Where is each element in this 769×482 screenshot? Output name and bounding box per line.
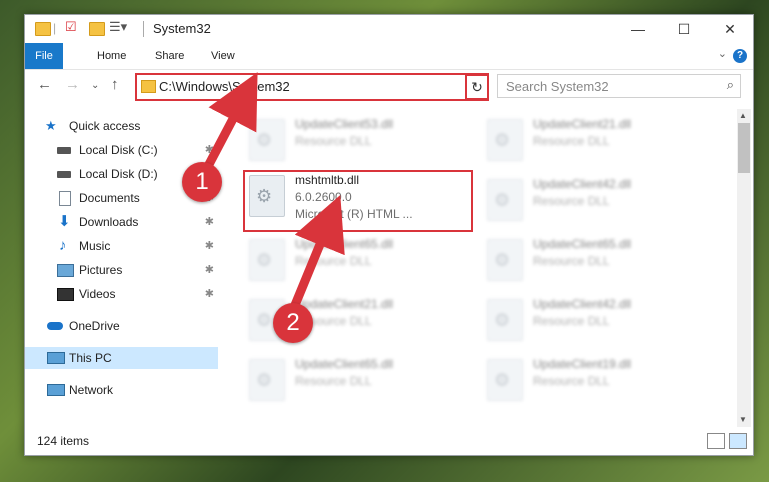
arrow-step-1 [201,72,258,175]
step-2-badge: 2 [273,303,313,343]
step-1-badge: 1 [182,162,222,202]
arrow-step-2 [288,195,345,312]
annotation-arrows [201,72,345,312]
